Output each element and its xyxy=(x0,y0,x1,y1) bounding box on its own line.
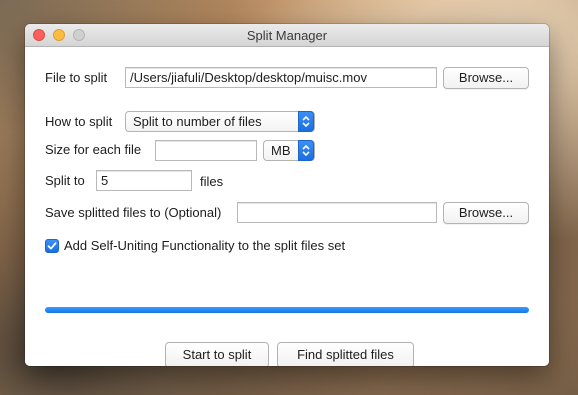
checkmark-icon xyxy=(47,242,57,250)
file-path-field[interactable]: /Users/jiafuli/Desktop/desktop/muisc.mov xyxy=(125,67,437,88)
how-to-split-value: Split to number of files xyxy=(133,114,262,129)
split-manager-window: Split Manager File to split /Users/jiafu… xyxy=(25,24,549,366)
split-to-label: Split to xyxy=(45,173,85,188)
title-bar: Split Manager xyxy=(25,24,549,47)
chevron-up-down-icon xyxy=(298,140,314,161)
save-path-field[interactable] xyxy=(237,202,437,223)
size-unit-value: MB xyxy=(271,143,291,158)
how-to-split-label: How to split xyxy=(45,114,113,129)
how-to-split-select[interactable]: Split to number of files xyxy=(125,111,315,132)
files-suffix-label: files xyxy=(200,174,224,189)
browse-save-button[interactable]: Browse... xyxy=(443,202,529,224)
size-for-each-file-label: Size for each file xyxy=(45,142,142,157)
window-title: Split Manager xyxy=(246,28,328,43)
browse-file-button[interactable]: Browse... xyxy=(443,67,529,89)
chevron-up-down-icon xyxy=(298,111,314,132)
self-uniting-label: Add Self-Uniting Functionality to the sp… xyxy=(64,238,346,253)
window-content: File to split /Users/jiafuli/Desktop/des… xyxy=(25,47,549,366)
save-location-label: Save splitted files to (Optional) xyxy=(45,205,222,220)
split-progress-bar xyxy=(45,307,529,313)
file-to-split-label: File to split xyxy=(45,70,108,85)
find-splitted-files-button[interactable]: Find splitted files xyxy=(277,342,414,366)
start-split-button[interactable]: Start to split xyxy=(165,342,269,366)
size-unit-select[interactable]: MB xyxy=(263,140,315,161)
split-count-field[interactable]: 5 xyxy=(96,170,192,191)
size-field[interactable] xyxy=(155,140,257,161)
self-uniting-checkbox[interactable] xyxy=(45,239,59,253)
